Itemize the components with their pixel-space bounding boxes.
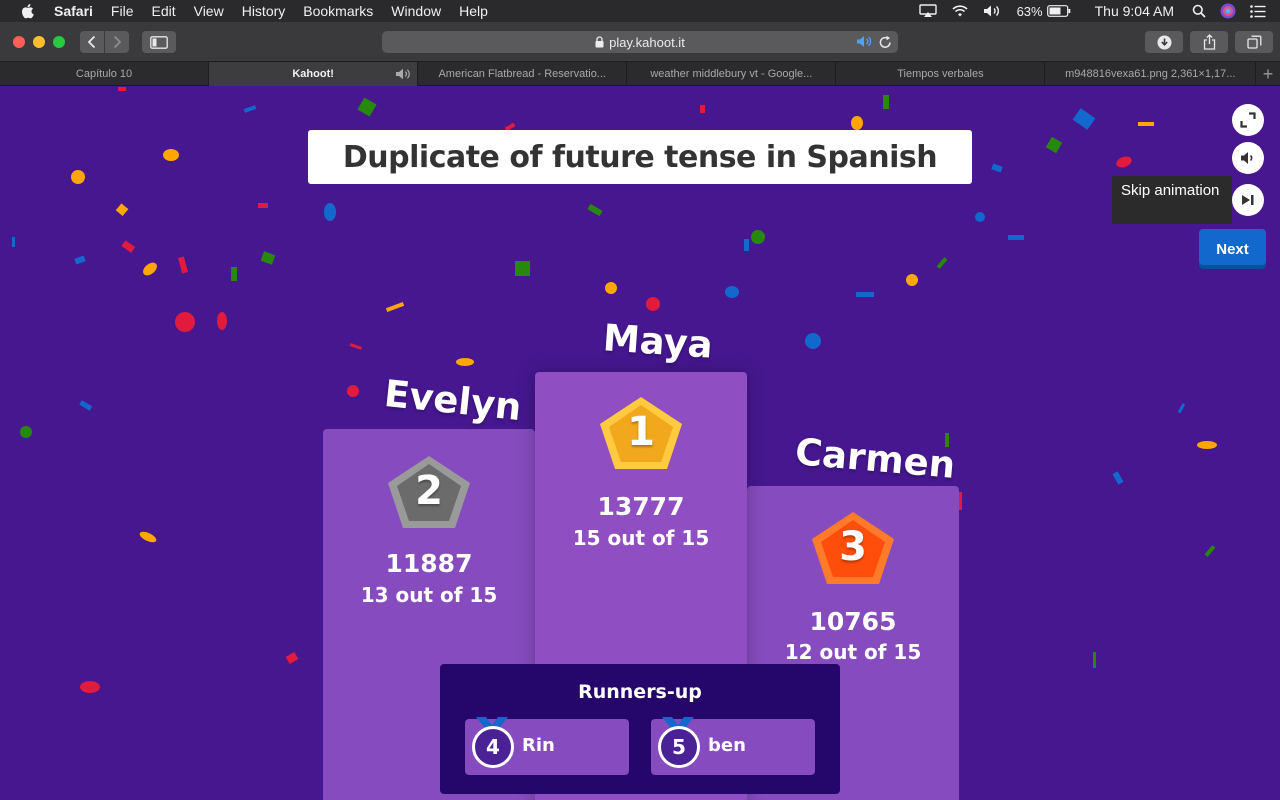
game-stage: Duplicate of future tense in Spanish Ski… bbox=[0, 87, 1280, 800]
downloads-button[interactable] bbox=[1145, 31, 1183, 53]
second-place-correct: 13 out of 15 bbox=[360, 583, 498, 607]
second-place-score: 11887 bbox=[385, 549, 473, 578]
sidebar-button[interactable] bbox=[142, 31, 176, 53]
tabs-icon bbox=[1246, 35, 1261, 49]
battery-percent: 63% bbox=[1016, 3, 1043, 19]
skip-forward-icon bbox=[1242, 195, 1254, 205]
speaker-icon[interactable] bbox=[856, 35, 872, 48]
rank-number: 3 bbox=[839, 524, 867, 570]
sound-button[interactable] bbox=[1232, 142, 1264, 174]
quiz-title-box: Duplicate of future tense in Spanish bbox=[308, 130, 972, 184]
chevron-left-icon bbox=[87, 35, 96, 49]
runner-up-rank: 5 bbox=[658, 726, 700, 768]
tab-american-flatbread[interactable]: American Flatbread - Reservatio... bbox=[418, 62, 628, 86]
menu-history[interactable]: History bbox=[242, 3, 286, 19]
rank-number: 1 bbox=[627, 409, 655, 455]
tooltip-text: Skip animation bbox=[1121, 182, 1220, 199]
tab-label: Tiempos verbales bbox=[897, 68, 984, 80]
tab-capitulo-10[interactable]: Capítulo 10 bbox=[0, 62, 210, 86]
silver-medal-icon: 2 bbox=[384, 452, 474, 532]
runner-up-card: 5 ben bbox=[651, 717, 815, 775]
runner-up-rank: 4 bbox=[472, 726, 514, 768]
lock-icon bbox=[595, 36, 604, 48]
spotlight-icon[interactable] bbox=[1192, 4, 1206, 18]
third-place-correct: 12 out of 15 bbox=[784, 640, 922, 664]
clock[interactable]: Thu 9:04 AM bbox=[1095, 3, 1174, 19]
tab-tiempos-verbales[interactable]: Tiempos verbales bbox=[836, 62, 1046, 86]
skip-animation-button[interactable] bbox=[1232, 184, 1264, 216]
runners-up-panel: Runners-up 4 Rin 5 ben bbox=[440, 664, 840, 794]
sidebar-icon bbox=[150, 35, 168, 49]
menu-edit[interactable]: Edit bbox=[151, 3, 175, 19]
window-close-button[interactable] bbox=[13, 36, 25, 48]
menu-view[interactable]: View bbox=[194, 3, 224, 19]
menu-window[interactable]: Window bbox=[391, 3, 441, 19]
third-place-score: 10765 bbox=[809, 607, 897, 636]
new-tab-button[interactable]: + bbox=[1256, 62, 1280, 86]
next-button[interactable]: Next bbox=[1199, 229, 1266, 269]
runner-up-name: Rin bbox=[522, 735, 555, 756]
menu-file[interactable]: File bbox=[111, 3, 134, 19]
first-place-correct: 15 out of 15 bbox=[572, 526, 710, 550]
first-place-score: 13777 bbox=[597, 492, 685, 521]
siri-icon[interactable] bbox=[1220, 3, 1236, 19]
back-button[interactable] bbox=[80, 31, 104, 53]
quiz-title: Duplicate of future tense in Spanish bbox=[342, 139, 938, 175]
rank-number: 2 bbox=[415, 468, 443, 514]
menu-bar: Safari File Edit View History Bookmarks … bbox=[0, 0, 1280, 22]
wifi-icon[interactable] bbox=[951, 4, 969, 18]
gold-medal-icon: 1 bbox=[596, 393, 686, 473]
tab-label: Capítulo 10 bbox=[75, 68, 133, 80]
tab-label: Kahoot! bbox=[292, 68, 334, 80]
next-button-label: Next bbox=[1216, 240, 1249, 258]
runner-up-name: ben bbox=[708, 735, 746, 756]
reload-icon[interactable] bbox=[879, 35, 892, 49]
menu-help[interactable]: Help bbox=[459, 3, 488, 19]
tab-overview-button[interactable] bbox=[1235, 31, 1273, 53]
download-icon bbox=[1157, 35, 1171, 49]
url-text: play.kahoot.it bbox=[609, 34, 685, 50]
menu-bookmarks[interactable]: Bookmarks bbox=[303, 3, 373, 19]
chevron-right-icon bbox=[113, 35, 122, 49]
tab-image-png[interactable]: m948816vexa61.png 2,361×1,17... bbox=[1045, 62, 1257, 86]
fullscreen-button[interactable] bbox=[1232, 104, 1264, 136]
skip-animation-tooltip: Skip animation bbox=[1112, 176, 1232, 224]
plus-icon: + bbox=[1262, 63, 1274, 84]
tab-label: m948816vexa61.png 2,361×1,17... bbox=[1065, 68, 1236, 80]
speaker-icon bbox=[1241, 152, 1253, 164]
apple-icon[interactable] bbox=[20, 3, 38, 19]
battery-icon[interactable] bbox=[1046, 5, 1071, 17]
notification-center-icon[interactable] bbox=[1250, 4, 1266, 18]
tab-kahoot[interactable]: Kahoot! bbox=[209, 62, 419, 86]
tab-label: weather middlebury vt - Google... bbox=[650, 68, 813, 80]
forward-button[interactable] bbox=[105, 31, 129, 53]
tab-bar: Capítulo 10 Kahoot! American Flatbread -… bbox=[0, 62, 1280, 86]
window-minimize-button[interactable] bbox=[33, 36, 45, 48]
volume-icon[interactable] bbox=[983, 4, 1003, 18]
share-icon bbox=[1203, 34, 1215, 50]
first-place-name: Maya bbox=[601, 316, 715, 367]
share-button[interactable] bbox=[1190, 31, 1228, 53]
menu-safari[interactable]: Safari bbox=[54, 3, 93, 19]
fullscreen-icon bbox=[1240, 112, 1256, 128]
runner-up-card: 4 Rin bbox=[465, 717, 629, 775]
tab-label: American Flatbread - Reservatio... bbox=[438, 68, 606, 80]
window-zoom-button[interactable] bbox=[53, 36, 65, 48]
bronze-medal-icon: 3 bbox=[808, 508, 898, 588]
runners-up-heading: Runners-up bbox=[578, 681, 702, 703]
tab-weather-middlebury[interactable]: weather middlebury vt - Google... bbox=[627, 62, 837, 86]
tab-speaker-icon[interactable] bbox=[395, 68, 411, 80]
browser-toolbar: play.kahoot.it bbox=[0, 22, 1280, 62]
address-bar[interactable]: play.kahoot.it bbox=[382, 31, 898, 53]
airplay-icon[interactable] bbox=[918, 4, 937, 18]
